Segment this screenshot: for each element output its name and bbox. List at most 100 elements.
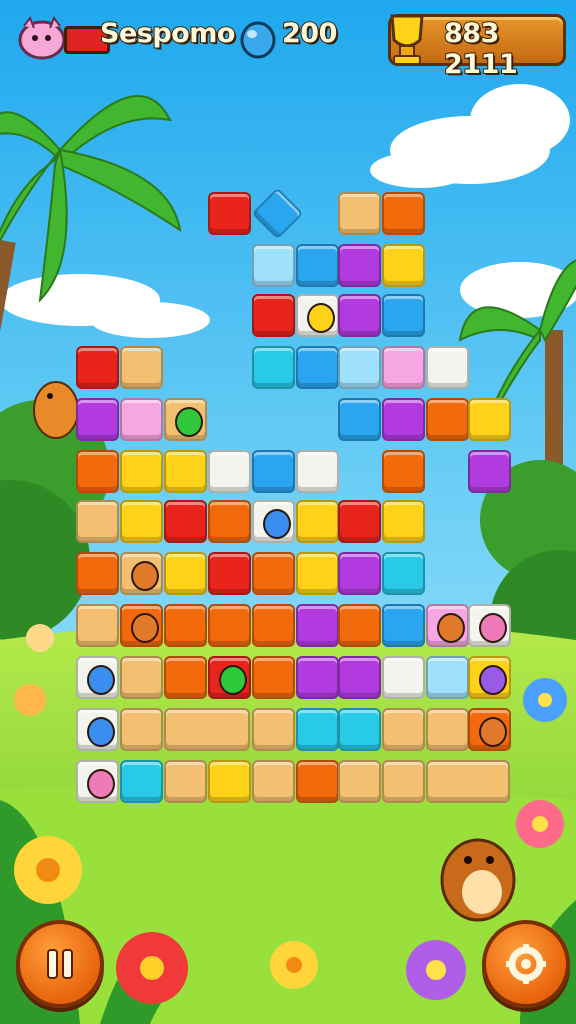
board-tile[interactable] [338, 760, 381, 803]
board-tile[interactable] [296, 294, 339, 337]
board-tile[interactable] [296, 450, 339, 493]
board-tile[interactable] [120, 552, 163, 595]
board-tile[interactable] [468, 398, 511, 441]
board-tile[interactable] [426, 760, 510, 803]
board-tile[interactable] [164, 398, 207, 441]
board-tile[interactable] [252, 604, 295, 647]
board-tile[interactable] [164, 604, 207, 647]
board-tile[interactable] [120, 656, 163, 699]
board-tile[interactable] [338, 244, 381, 287]
board-tile[interactable] [252, 346, 295, 389]
pause-icon [47, 949, 73, 979]
trophy-icon [382, 6, 432, 68]
board-tile[interactable] [252, 294, 295, 337]
board-tile[interactable] [338, 346, 381, 389]
board-tile[interactable] [76, 450, 119, 493]
board-tile[interactable] [382, 294, 425, 337]
board-tile[interactable] [382, 656, 425, 699]
creature-icon [307, 303, 335, 333]
board-tile[interactable] [120, 450, 163, 493]
board-tile[interactable] [76, 398, 119, 441]
board-tile[interactable] [382, 708, 425, 751]
board-tile[interactable] [120, 398, 163, 441]
board-tile[interactable] [296, 760, 339, 803]
board-tile[interactable] [208, 604, 251, 647]
board-tile[interactable] [338, 192, 381, 235]
board-tile[interactable] [382, 450, 425, 493]
board-tile[interactable] [76, 346, 119, 389]
board-tile[interactable] [382, 398, 425, 441]
board-tile[interactable] [468, 604, 511, 647]
board-tile[interactable] [338, 294, 381, 337]
board-tile[interactable] [251, 187, 304, 240]
board-tile[interactable] [426, 656, 469, 699]
board-tile[interactable] [382, 192, 425, 235]
board-tile[interactable] [296, 244, 339, 287]
board-tile[interactable] [76, 552, 119, 595]
board-tile[interactable] [120, 604, 163, 647]
board-tile[interactable] [208, 192, 251, 235]
board-tile[interactable] [338, 604, 381, 647]
board-tile[interactable] [338, 398, 381, 441]
board-tile[interactable] [208, 552, 251, 595]
game-screen: Sespomo 200 883 2111 [0, 0, 576, 1024]
board-tile[interactable] [382, 552, 425, 595]
board-tile[interactable] [296, 500, 339, 543]
board-tile[interactable] [252, 552, 295, 595]
board-tile[interactable] [76, 760, 119, 803]
board-tile[interactable] [252, 656, 295, 699]
board-tile[interactable] [426, 604, 469, 647]
settings-button[interactable] [482, 920, 570, 1008]
creature-icon [131, 613, 159, 643]
board-tile[interactable] [208, 500, 251, 543]
board-tile[interactable] [252, 244, 295, 287]
board-tile[interactable] [164, 552, 207, 595]
board-tile[interactable] [120, 346, 163, 389]
board-tile[interactable] [120, 708, 163, 751]
creature-icon [263, 509, 291, 539]
board-tile[interactable] [382, 244, 425, 287]
board-tile[interactable] [296, 656, 339, 699]
board-tile[interactable] [164, 708, 250, 751]
board-tile[interactable] [296, 552, 339, 595]
board-tile[interactable] [164, 760, 207, 803]
board-tile[interactable] [338, 552, 381, 595]
board-tile[interactable] [208, 450, 251, 493]
board-tile[interactable] [382, 760, 425, 803]
board-tile[interactable] [296, 708, 339, 751]
player-avatar [16, 14, 68, 60]
board-tile[interactable] [252, 708, 295, 751]
creature-icon [131, 561, 159, 591]
board-tile[interactable] [426, 398, 469, 441]
board-tile[interactable] [468, 450, 511, 493]
board-tile[interactable] [382, 500, 425, 543]
board-tile[interactable] [120, 500, 163, 543]
board-tile[interactable] [296, 604, 339, 647]
board-tile[interactable] [76, 656, 119, 699]
pause-button[interactable] [16, 920, 104, 1008]
board-tile[interactable] [164, 500, 207, 543]
board-tile[interactable] [338, 500, 381, 543]
board-tile[interactable] [468, 708, 511, 751]
board-tile[interactable] [76, 500, 119, 543]
puzzle-board [0, 0, 576, 1024]
board-tile[interactable] [120, 760, 163, 803]
board-tile[interactable] [76, 604, 119, 647]
board-tile[interactable] [76, 708, 119, 751]
board-tile[interactable] [426, 708, 469, 751]
board-tile[interactable] [468, 656, 511, 699]
board-tile[interactable] [252, 760, 295, 803]
board-tile[interactable] [164, 450, 207, 493]
board-tile[interactable] [208, 656, 251, 699]
board-tile[interactable] [252, 500, 295, 543]
board-tile[interactable] [338, 708, 381, 751]
board-tile[interactable] [252, 450, 295, 493]
board-tile[interactable] [164, 656, 207, 699]
creature-icon [87, 717, 115, 747]
board-tile[interactable] [426, 346, 469, 389]
board-tile[interactable] [382, 604, 425, 647]
board-tile[interactable] [296, 346, 339, 389]
board-tile[interactable] [382, 346, 425, 389]
board-tile[interactable] [208, 760, 251, 803]
board-tile[interactable] [338, 656, 381, 699]
